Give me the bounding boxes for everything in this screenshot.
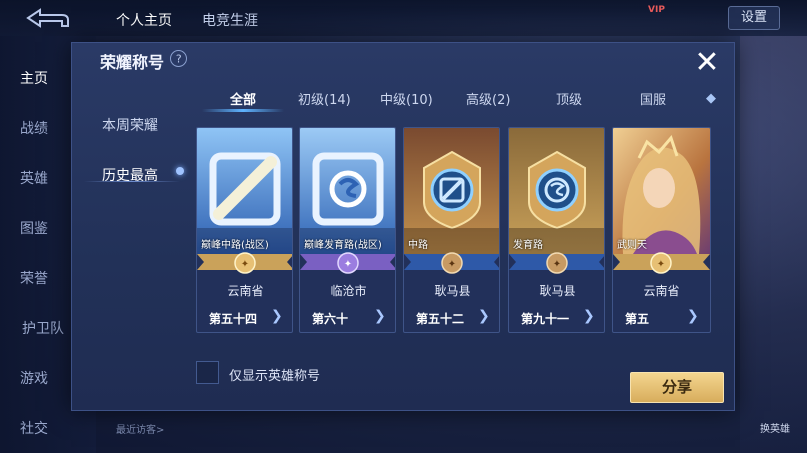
- rail-item-atlas[interactable]: 图鉴: [20, 218, 70, 238]
- card-rank: 第五十二: [416, 312, 465, 326]
- rail-item-honor[interactable]: 荣誉: [20, 268, 70, 288]
- svg-text:✦: ✦: [553, 259, 561, 270]
- settings-button[interactable]: 设置: [728, 6, 780, 30]
- rail-item-guard-team[interactable]: 护卫队: [22, 318, 72, 338]
- back-icon[interactable]: [14, 6, 74, 30]
- rail-item-games[interactable]: 游戏: [20, 368, 70, 388]
- card-region: 耿马县: [539, 284, 576, 298]
- rail-item-heroes[interactable]: 英雄: [20, 168, 70, 188]
- card-title: 武则天: [617, 240, 647, 251]
- chevron-right-icon[interactable]: ❯: [583, 308, 595, 324]
- card-region: 耿马县: [434, 284, 471, 298]
- title-card[interactable]: 武则天 ✦ 云南省 第五 ❯: [612, 127, 711, 333]
- card-rank-row: 第五十二 ❯: [404, 308, 499, 328]
- svg-text:✦: ✦: [657, 259, 665, 270]
- bronze-rank-ribbon-icon: ✦: [404, 252, 499, 274]
- side-active-dot: [176, 167, 184, 175]
- rail-item-home[interactable]: 主页: [20, 68, 70, 88]
- active-tab-underline: [202, 109, 284, 112]
- card-rank: 第六十: [312, 312, 349, 326]
- card-region: 临沧市: [330, 284, 367, 298]
- card-rank-row: 第九十一 ❯: [509, 308, 604, 328]
- hero-title-only-label: 仅显示英雄称号: [229, 369, 321, 384]
- chevron-right-icon[interactable]: ❯: [374, 308, 386, 324]
- card-title: 发育路: [513, 240, 543, 251]
- top-bar: 个人主页 电竞生涯 VIP 设置: [0, 0, 807, 36]
- dialog-header: 荣耀称号 ? ✕: [72, 43, 734, 83]
- close-icon[interactable]: ✕: [690, 47, 724, 81]
- card-rank: 第九十一: [521, 312, 570, 326]
- card-rank: 第五: [625, 312, 650, 326]
- svg-text:✦: ✦: [241, 259, 249, 270]
- purple-rank-ribbon-icon: ✦: [300, 252, 395, 274]
- category-tabs: 全部 初级(14) 中级(10) 高级(2) 顶级 国服: [198, 87, 732, 113]
- bronze-rank-ribbon-icon: ✦: [509, 252, 604, 274]
- title-card[interactable]: 巅峰发育路(战区) ✦ 临沧市 第六十 ❯: [299, 127, 396, 333]
- svg-text:✦: ✦: [448, 259, 456, 270]
- rail-item-social[interactable]: 社交: [20, 418, 70, 438]
- card-title: 巅峰中路(战区): [201, 240, 269, 251]
- share-button[interactable]: 分享: [630, 372, 724, 403]
- card-title: 巅峰发育路(战区): [304, 240, 382, 251]
- tab-national[interactable]: 国服: [640, 89, 666, 108]
- card-title: 中路: [408, 240, 428, 251]
- more-tabs-icon[interactable]: ◆: [706, 92, 720, 106]
- tab-top[interactable]: 顶级: [556, 89, 582, 108]
- gold-rank-ribbon-icon: ✦: [613, 252, 710, 274]
- title-card[interactable]: 发育路 ✦ 耿马县 第九十一 ❯: [508, 127, 605, 333]
- side-nav: 本周荣耀 历史最高: [72, 83, 184, 283]
- chevron-right-icon[interactable]: ❯: [271, 308, 283, 324]
- chevron-right-icon[interactable]: ❯: [687, 308, 699, 324]
- card-rank-row: 第五十四 ❯: [197, 308, 292, 328]
- help-icon[interactable]: ?: [166, 46, 191, 71]
- side-item-weekly-honor[interactable]: 本周荣耀: [102, 115, 158, 135]
- svg-text:✦: ✦: [344, 259, 352, 270]
- tab-all[interactable]: 全部: [230, 89, 256, 108]
- tab-beginner[interactable]: 初级(14): [298, 89, 351, 108]
- card-rank-row: 第五 ❯: [613, 308, 710, 328]
- card-region: 云南省: [643, 284, 680, 298]
- card-rank: 第五十四: [209, 312, 258, 326]
- title-card[interactable]: 巅峰中路(战区) ✦ 云南省 第五十四 ❯: [196, 127, 293, 333]
- gold-rank-ribbon-icon: ✦: [197, 252, 292, 274]
- tab-esports-career[interactable]: 电竞生涯: [202, 10, 258, 30]
- hero-title-only-checkbox[interactable]: [196, 361, 219, 384]
- tab-personal-home[interactable]: 个人主页: [116, 10, 172, 30]
- title-card[interactable]: 中路 ✦ 耿马县 第五十二 ❯: [403, 127, 500, 333]
- chevron-right-icon[interactable]: ❯: [478, 308, 490, 324]
- side-active-indicator: [84, 181, 180, 182]
- change-hero-label[interactable]: 换英雄: [760, 420, 790, 435]
- tab-intermediate[interactable]: 中级(10): [380, 89, 433, 108]
- dialog-title: 荣耀称号: [100, 53, 165, 72]
- rail-item-record[interactable]: 战绩: [20, 118, 70, 138]
- card-rank-row: 第六十 ❯: [300, 308, 395, 328]
- hero-background-art: [740, 36, 807, 453]
- card-region: 云南省: [227, 284, 264, 298]
- recent-visitors-link[interactable]: 最近访客>: [116, 421, 164, 436]
- side-item-history-best[interactable]: 历史最高: [102, 165, 158, 185]
- vip-badge: VIP: [648, 5, 665, 15]
- tab-advanced[interactable]: 高级(2): [466, 89, 510, 108]
- honor-title-dialog: 荣耀称号 ? ✕ 本周荣耀 历史最高 全部 初级(14) 中级(10) 高级(2…: [71, 42, 735, 411]
